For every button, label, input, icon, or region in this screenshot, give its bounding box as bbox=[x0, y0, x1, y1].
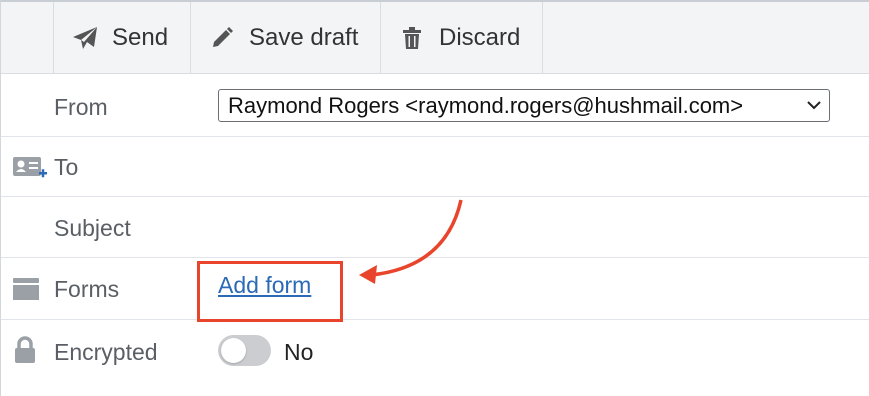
encrypted-toggle[interactable] bbox=[218, 335, 271, 366]
discard-button[interactable]: Discard bbox=[381, 2, 543, 74]
trash-icon bbox=[399, 25, 425, 51]
encrypted-row: Encrypted No bbox=[1, 320, 869, 396]
lock-icon bbox=[13, 336, 37, 369]
subject-label: Subject bbox=[54, 215, 131, 241]
pencil-icon bbox=[209, 25, 235, 51]
save-draft-label: Save draft bbox=[249, 24, 359, 51]
paper-plane-icon bbox=[72, 25, 98, 51]
contact-card-add-icon[interactable] bbox=[13, 155, 47, 186]
encrypted-status: No bbox=[284, 339, 314, 365]
from-label: From bbox=[54, 94, 108, 120]
compose-toolbar: Send Save draft Discard bbox=[1, 2, 869, 74]
encrypted-label: Encrypted bbox=[54, 339, 158, 365]
compose-window: Send Save draft Discard From Raymond Rog… bbox=[0, 0, 869, 396]
annotation-arrow bbox=[359, 199, 463, 284]
toolbar-gutter bbox=[1, 2, 54, 74]
add-form-link[interactable]: Add form bbox=[218, 272, 311, 299]
from-row: From Raymond Rogers <raymond.rogers@hush… bbox=[1, 74, 869, 137]
forms-label: Forms bbox=[54, 276, 120, 302]
toggle-knob bbox=[221, 338, 246, 363]
to-label: To bbox=[54, 154, 79, 180]
chevron-down-icon bbox=[806, 90, 822, 121]
save-draft-button[interactable]: Save draft bbox=[191, 2, 381, 74]
send-button[interactable]: Send bbox=[54, 2, 191, 74]
send-label: Send bbox=[112, 24, 169, 51]
form-window-icon bbox=[13, 278, 39, 305]
from-select[interactable]: Raymond Rogers <raymond.rogers@hushmail.… bbox=[218, 89, 830, 122]
from-select-value: Raymond Rogers <raymond.rogers@hushmail.… bbox=[228, 93, 744, 118]
discard-label: Discard bbox=[439, 24, 521, 51]
to-row: To bbox=[1, 137, 869, 197]
